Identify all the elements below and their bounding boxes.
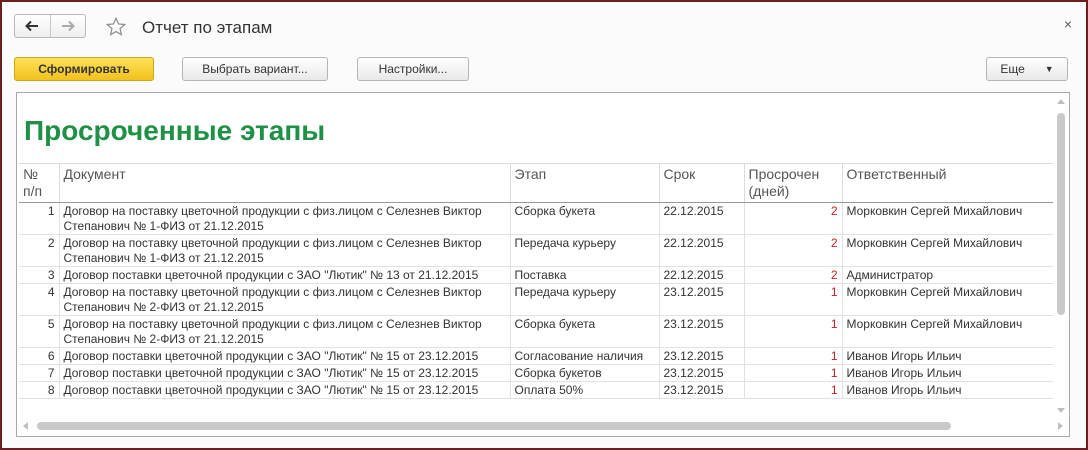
- cell-num: 3: [19, 266, 59, 284]
- table-row[interactable]: 6 Договор поставки цветочной продукции с…: [19, 347, 1053, 365]
- cell-num: 5: [19, 315, 59, 348]
- cell-overdue: 2: [743, 266, 842, 284]
- table-header-row: № п/п Документ Этап Срок Просрочен (дней…: [19, 163, 1053, 203]
- window-title: Отчет по этапам: [142, 18, 273, 37]
- cell-stage[interactable]: Оплата 50%: [509, 381, 659, 399]
- cell-deadline: 23.12.2015: [658, 364, 744, 382]
- cell-deadline: 23.12.2015: [658, 347, 744, 365]
- cell-responsible[interactable]: Морковкин Сергей Михайлович: [841, 315, 1053, 348]
- cell-overdue: 1: [743, 364, 842, 382]
- forward-button[interactable]: [49, 15, 86, 37]
- select-variant-button[interactable]: Выбрать вариант...: [182, 57, 328, 81]
- scroll-left-icon[interactable]: [23, 422, 28, 430]
- column-header-stage: Этап: [509, 163, 659, 203]
- column-header-responsible: Ответственный: [841, 163, 1053, 203]
- cell-document[interactable]: Договор поставки цветочной продукции с З…: [58, 381, 510, 399]
- table-row[interactable]: 8 Договор поставки цветочной продукции с…: [19, 381, 1053, 399]
- cell-responsible[interactable]: Иванов Игорь Ильич: [841, 381, 1053, 399]
- cell-num: 7: [19, 364, 59, 382]
- cell-stage[interactable]: Поставка: [509, 266, 659, 284]
- cell-responsible[interactable]: Морковкин Сергей Михайлович: [841, 283, 1053, 316]
- cell-document[interactable]: Договор на поставку цветочной продукции …: [58, 234, 510, 267]
- vertical-scrollbar[interactable]: [1055, 97, 1067, 413]
- scroll-up-icon[interactable]: [1057, 99, 1065, 104]
- scroll-down-icon[interactable]: [1057, 408, 1065, 413]
- back-button[interactable]: [15, 15, 50, 37]
- cell-stage[interactable]: Согласование наличия: [509, 347, 659, 365]
- arrow-left-icon: [25, 20, 39, 32]
- more-button[interactable]: Еще ▼: [986, 57, 1068, 81]
- cell-num: 4: [19, 283, 59, 316]
- report-table: № п/п Документ Этап Срок Просрочен (дней…: [19, 163, 1053, 399]
- cell-document[interactable]: Договор поставки цветочной продукции с З…: [58, 347, 510, 365]
- cell-deadline: 22.12.2015: [658, 202, 744, 235]
- close-icon[interactable]: ×: [1064, 16, 1072, 32]
- column-header-overdue: Просрочен (дней): [743, 163, 842, 203]
- cell-responsible[interactable]: Иванов Игорь Ильич: [841, 364, 1053, 382]
- cell-document[interactable]: Договор поставки цветочной продукции с З…: [58, 364, 510, 382]
- report-window: Отчет по этапам × Сформировать Выбрать в…: [0, 0, 1088, 450]
- cell-stage[interactable]: Сборка букета: [509, 202, 659, 235]
- cell-overdue: 1: [743, 283, 842, 316]
- table-row[interactable]: 4 Договор на поставку цветочной продукци…: [19, 283, 1053, 316]
- column-header-deadline: Срок: [658, 163, 744, 203]
- cell-stage[interactable]: Сборка букета: [509, 315, 659, 348]
- cell-document[interactable]: Договор поставки цветочной продукции с З…: [58, 266, 510, 284]
- cell-num: 2: [19, 234, 59, 267]
- cell-stage[interactable]: Передача курьеру: [509, 283, 659, 316]
- cell-overdue: 2: [743, 202, 842, 235]
- cell-deadline: 23.12.2015: [658, 381, 744, 399]
- favorite-star-icon[interactable]: [105, 16, 127, 38]
- cell-overdue: 1: [743, 347, 842, 365]
- horizontal-scroll-thumb[interactable]: [37, 422, 951, 430]
- cell-responsible[interactable]: Иванов Игорь Ильич: [841, 347, 1053, 365]
- cell-document[interactable]: Договор на поставку цветочной продукции …: [58, 315, 510, 348]
- column-header-document: Документ: [58, 163, 510, 203]
- vertical-scroll-thumb[interactable]: [1057, 113, 1065, 315]
- cell-deadline: 23.12.2015: [658, 315, 744, 348]
- table-row[interactable]: 1 Договор на поставку цветочной продукци…: [19, 202, 1053, 235]
- cell-overdue: 1: [743, 315, 842, 348]
- cell-responsible[interactable]: Морковкин Сергей Михайлович: [841, 202, 1053, 235]
- cell-stage[interactable]: Передача курьеру: [509, 234, 659, 267]
- cell-stage[interactable]: Сборка букетов: [509, 364, 659, 382]
- cell-deadline: 23.12.2015: [658, 283, 744, 316]
- nav-buttons: [14, 14, 86, 38]
- more-button-label: Еще: [1000, 62, 1025, 76]
- cell-deadline: 22.12.2015: [658, 234, 744, 267]
- scroll-right-icon[interactable]: [1058, 422, 1063, 430]
- generate-button[interactable]: Сформировать: [14, 57, 154, 81]
- cell-responsible[interactable]: Морковкин Сергей Михайлович: [841, 234, 1053, 267]
- report-title: Просроченные этапы: [24, 115, 326, 146]
- settings-button[interactable]: Настройки...: [357, 57, 469, 81]
- report-area: Просроченные этапы № п/п Документ Этап С…: [16, 92, 1070, 437]
- cell-num: 1: [19, 202, 59, 235]
- cell-overdue: 1: [743, 381, 842, 399]
- table-row[interactable]: 2 Договор на поставку цветочной продукци…: [19, 234, 1053, 267]
- cell-document[interactable]: Договор на поставку цветочной продукции …: [58, 202, 510, 235]
- column-header-num: № п/п: [19, 163, 59, 203]
- cell-num: 8: [19, 381, 59, 399]
- table-row[interactable]: 7 Договор поставки цветочной продукции с…: [19, 364, 1053, 382]
- cell-responsible[interactable]: Администратор: [841, 266, 1053, 284]
- cell-overdue: 2: [743, 234, 842, 267]
- arrow-right-icon: [61, 20, 75, 32]
- cell-deadline: 22.12.2015: [658, 266, 744, 284]
- cell-num: 6: [19, 347, 59, 365]
- cell-document[interactable]: Договор на поставку цветочной продукции …: [58, 283, 510, 316]
- horizontal-scrollbar[interactable]: [21, 420, 1065, 432]
- table-row[interactable]: 5 Договор на поставку цветочной продукци…: [19, 315, 1053, 348]
- chevron-down-icon: ▼: [1044, 64, 1054, 74]
- table-row[interactable]: 3 Договор поставки цветочной продукции с…: [19, 266, 1053, 284]
